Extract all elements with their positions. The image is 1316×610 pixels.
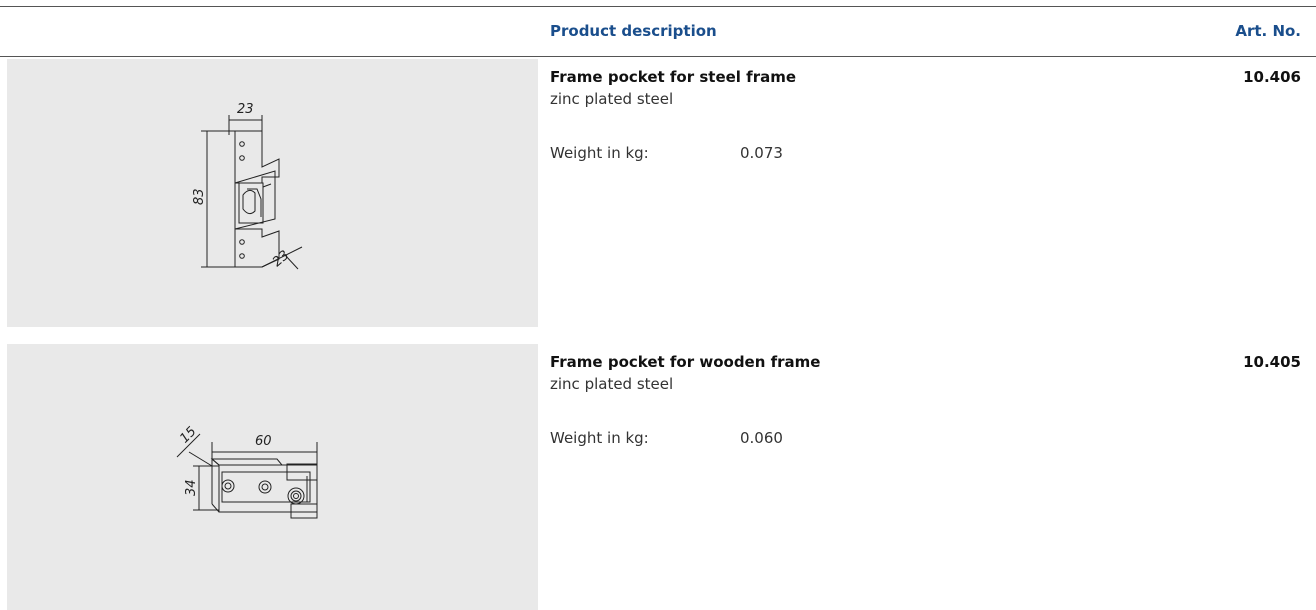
top-rule (0, 6, 1316, 7)
product-weight: Weight in kg: 0.073 (550, 144, 783, 162)
product-name: Frame pocket for wooden frame (550, 353, 821, 371)
header-rule (0, 56, 1316, 57)
product-image-steel-frame-pocket: 23 83 23 (7, 59, 538, 327)
product-art-no: 10.406 (1243, 68, 1301, 86)
product-row-steel-frame-pocket: Frame pocket for steel frame zinc plated… (550, 66, 1301, 162)
product-image-wooden-frame-pocket: 15 60 34 (7, 344, 538, 610)
dimension-label-height: 34 (184, 479, 199, 496)
column-header-product-description: Product description (550, 22, 717, 40)
technical-drawing-wooden-frame-pocket: 15 60 34 (176, 424, 318, 519)
product-material: zinc plated steel (550, 375, 674, 393)
product-row-wooden-frame-pocket: Frame pocket for wooden frame zinc plate… (550, 351, 1301, 447)
product-art-no: 10.405 (1243, 353, 1301, 371)
product-weight: Weight in kg: 0.060 (550, 429, 783, 447)
dimension-label-height: 83 (192, 188, 207, 205)
dimension-label-depth: 23 (270, 248, 292, 270)
dimension-label-width: 60 (255, 434, 272, 449)
column-header-art-no: Art. No. (1235, 22, 1301, 40)
dimension-label-width: 23 (237, 102, 254, 117)
weight-value: 0.073 (740, 144, 783, 162)
technical-drawing-steel-frame-pocket: 23 83 23 (192, 102, 303, 270)
weight-label: Weight in kg: (550, 429, 649, 447)
product-name: Frame pocket for steel frame (550, 68, 797, 86)
weight-label: Weight in kg: (550, 144, 649, 162)
product-material: zinc plated steel (550, 90, 674, 108)
weight-value: 0.060 (740, 429, 783, 447)
dimension-label-depth: 15 (177, 424, 199, 446)
